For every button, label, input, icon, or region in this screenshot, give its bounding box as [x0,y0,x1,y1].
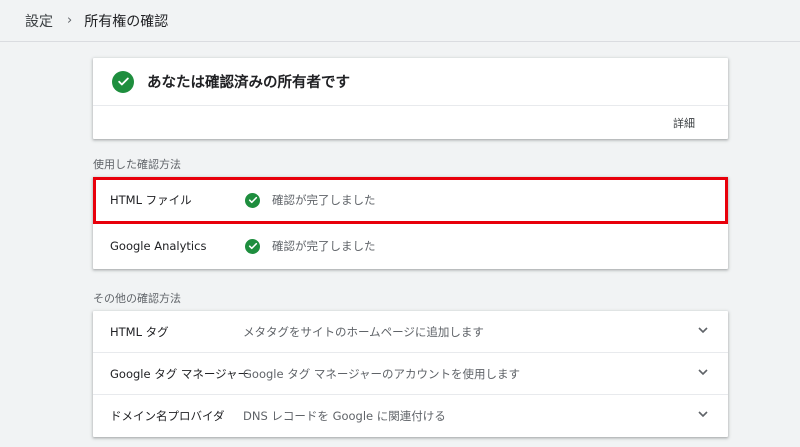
other-method-row-html-tag[interactable]: HTML タグ メタタグをサイトのホームページに追加します [93,311,728,353]
owner-status-title: あなたは確認済みの所有者です [147,75,350,91]
other-method-row-tag-manager[interactable]: Google タグ マネージャー Google タグ マネージャーのアカウントを… [93,353,728,395]
method-name: HTML タグ [110,324,169,339]
details-button[interactable]: 詳細 [673,115,695,131]
page-title: 所有権の確認 [84,13,169,30]
used-methods-heading: 使用した確認方法 [93,158,181,171]
method-name: Google タグ マネージャー [110,366,250,381]
method-description: DNS レコードを Google に関連付ける [243,409,446,423]
used-method-row-html-file: HTML ファイル 確認が完了しました [93,177,728,223]
check-circle-icon [245,192,260,208]
breadcrumb: 設定 › 所有権の確認 [0,0,800,42]
used-methods-card: HTML ファイル 確認が完了しました Google Analytics 確認が… [93,177,728,269]
method-description: メタタグをサイトのホームページに追加します [243,324,484,339]
method-name: Google Analytics [110,239,207,253]
chevron-down-icon[interactable] [698,326,708,334]
used-method-row-google-analytics: Google Analytics 確認が完了しました [93,223,728,269]
method-status: 確認が完了しました [272,239,376,253]
chevron-down-icon[interactable] [698,410,708,418]
check-circle-icon [112,70,134,93]
other-methods-card: HTML タグ メタタグをサイトのホームページに追加します Google タグ … [93,311,728,437]
other-methods-heading: その他の確認方法 [93,292,181,305]
owner-details-row: 詳細 [93,106,728,139]
method-name: ドメイン名プロバイダ [110,409,225,423]
check-circle-icon [245,238,260,254]
breadcrumb-settings[interactable]: 設定 [25,11,53,31]
breadcrumb-separator: › [67,13,73,28]
chevron-down-icon[interactable] [698,368,708,376]
method-description: Google タグ マネージャーのアカウントを使用します [243,366,521,381]
method-status: 確認が完了しました [272,193,376,207]
method-name: HTML ファイル [110,193,192,207]
owner-status-card: あなたは確認済みの所有者です 詳細 [93,58,728,139]
owner-status-row: あなたは確認済みの所有者です [93,58,728,106]
other-method-row-domain-provider[interactable]: ドメイン名プロバイダ DNS レコードを Google に関連付ける [93,395,728,437]
